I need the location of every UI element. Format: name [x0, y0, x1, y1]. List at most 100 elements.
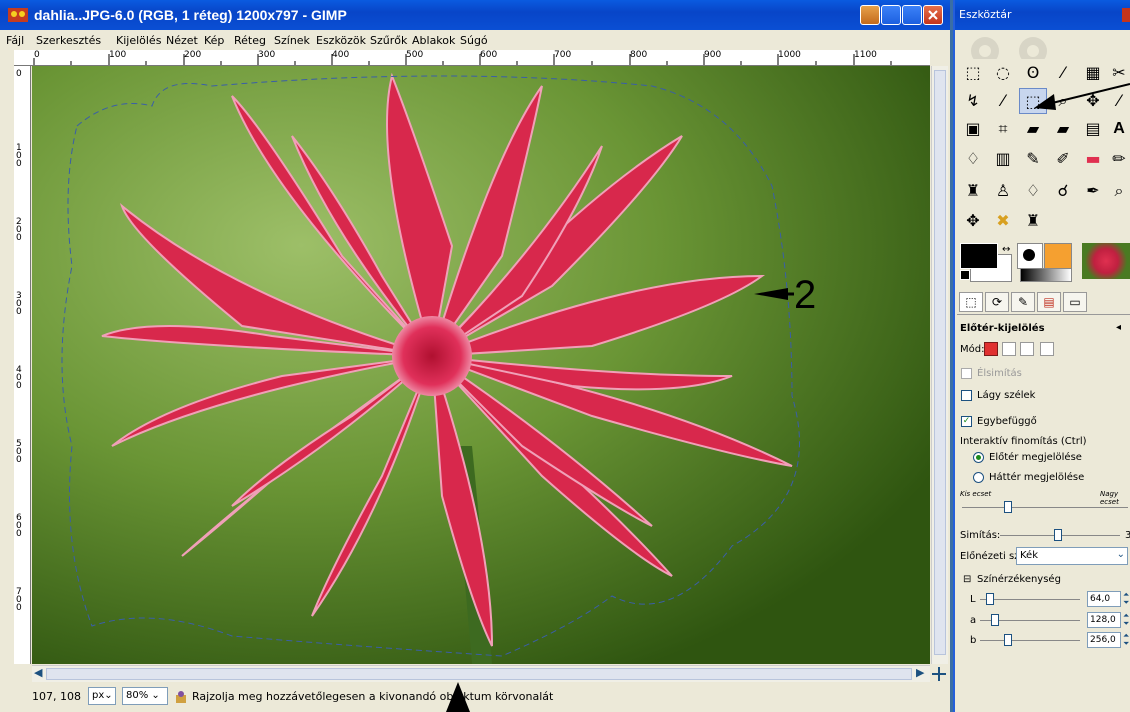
active-image-thumbnail[interactable]	[1082, 243, 1130, 279]
vertical-scrollbar[interactable]	[931, 66, 948, 664]
mode-add-button[interactable]	[1002, 342, 1016, 356]
hscroll-thumb[interactable]	[46, 668, 912, 680]
zoom-select[interactable]: 80% ⌄	[122, 687, 168, 705]
a-spin-arrows-icon[interactable]: ⏶ ⏷	[1123, 612, 1129, 628]
brush-indicator[interactable]	[1017, 243, 1043, 269]
menu-file[interactable]: Fájl	[6, 34, 24, 47]
menu-select[interactable]: Kijelölés	[116, 34, 161, 47]
mark-background-radio[interactable]	[973, 472, 984, 483]
pencil-tool-icon[interactable]: ✎	[1019, 146, 1047, 172]
crop-tool-icon[interactable]: ⌗	[989, 116, 1017, 142]
menu-help[interactable]: Súgó	[460, 34, 488, 47]
mark-foreground-radio[interactable]	[973, 452, 984, 463]
a-slider[interactable]	[991, 614, 999, 626]
paths-tool-icon[interactable]: ↯	[959, 88, 987, 114]
b-spinbox[interactable]: 256,0	[1087, 632, 1121, 648]
antialias-checkbox[interactable]	[961, 368, 972, 379]
close-button[interactable]	[923, 5, 943, 25]
a-spinbox[interactable]: 128,0	[1087, 612, 1121, 628]
mode-label: Mód:	[960, 344, 985, 355]
blur-tool-icon[interactable]: ♢	[1019, 178, 1047, 204]
airbrush-tool-icon[interactable]: ✏	[1105, 146, 1130, 172]
eraser-tool-icon[interactable]: ▬	[1079, 146, 1107, 172]
pattern-indicator[interactable]	[1044, 243, 1072, 269]
minimize-button[interactable]	[881, 5, 901, 25]
feather-checkbox[interactable]	[961, 390, 972, 401]
menu-tools[interactable]: Eszközök	[316, 34, 366, 47]
vertical-ruler[interactable]: 0 100 200 300 400 500 600 700	[14, 66, 31, 664]
keep-above-button[interactable]	[860, 5, 880, 25]
dahlia-photo: 2	[32, 66, 930, 664]
collapse-icon[interactable]: ⊟	[963, 574, 971, 585]
scroll-right-arrow-icon[interactable]: ▶	[916, 666, 924, 679]
title-bar[interactable]: dahlia..JPG-6.0 (RGB, 1 réteg) 1200x797 …	[0, 0, 950, 30]
window-title: dahlia..JPG-6.0 (RGB, 1 réteg) 1200x797 …	[34, 7, 347, 23]
ink-tool-icon[interactable]: ♜	[959, 178, 987, 204]
unit-select[interactable]: px⌄	[88, 687, 116, 705]
swap-colors-icon[interactable]: ↔	[1002, 244, 1010, 255]
tab-layers[interactable]: ▤	[1037, 292, 1061, 312]
maximize-button[interactable]	[902, 5, 922, 25]
mode-replace-button[interactable]	[984, 342, 998, 356]
foreground-color-swatch[interactable]	[960, 243, 998, 269]
menu-windows[interactable]: Ablakok	[412, 34, 455, 47]
ellipse-select-tool-icon[interactable]: ◌	[989, 60, 1017, 86]
transform-tool-icon[interactable]: ✥	[959, 208, 987, 234]
default-colors-icon[interactable]	[960, 270, 970, 280]
align-tool-icon[interactable]: ▣	[959, 116, 987, 142]
ruler-tick: 700	[16, 587, 22, 613]
navigate-icon[interactable]	[932, 667, 946, 681]
mode-subtract-button[interactable]	[1020, 342, 1034, 356]
scale-tool-icon[interactable]: ▰	[1049, 116, 1077, 142]
clone-tool-icon[interactable]: ♙	[989, 178, 1017, 204]
heal-tool-icon[interactable]: ✖	[989, 208, 1017, 234]
L-spin-arrows-icon[interactable]: ⏶ ⏷	[1123, 591, 1129, 607]
mode-intersect-button[interactable]	[1040, 342, 1054, 356]
magnify-tool-icon[interactable]: ⌕	[1105, 178, 1130, 204]
menu-colors[interactable]: Színek	[274, 34, 310, 47]
tab-images[interactable]: ▭	[1063, 292, 1087, 312]
perspective-clone-tool-icon[interactable]: ♜	[1019, 208, 1047, 234]
L-spinbox[interactable]: 64,0	[1087, 591, 1121, 607]
horizontal-scrollbar[interactable]: ◀ ▶	[32, 665, 930, 682]
scroll-left-arrow-icon[interactable]: ◀	[34, 666, 42, 679]
contiguous-checkbox[interactable]: ✓	[961, 416, 972, 427]
tab-tool-options[interactable]: ⬚	[959, 292, 983, 312]
tab-device-status[interactable]: ⟳	[985, 292, 1009, 312]
brush-size-slider[interactable]	[1004, 501, 1012, 513]
rect-select-tool-icon[interactable]: ⬚	[959, 60, 987, 86]
menu-filters[interactable]: Szűrők	[370, 34, 407, 47]
horizontal-ruler[interactable]: 0 100 200 300 400 500 600 700 800 900 10…	[14, 50, 930, 66]
b-slider[interactable]	[1004, 634, 1012, 646]
preview-color-select[interactable]: Kék ⌄	[1016, 547, 1128, 565]
bucket-fill-tool-icon[interactable]: ♢	[959, 146, 987, 172]
dodge-burn-tool-icon[interactable]: ✒	[1079, 178, 1107, 204]
panel-menu-icon[interactable]: ◂	[1116, 322, 1121, 333]
smoothing-slider[interactable]	[1054, 529, 1062, 541]
gradient-indicator[interactable]	[1020, 268, 1072, 282]
menu-layer[interactable]: Réteg	[234, 34, 266, 47]
shear-tool-icon[interactable]: ▤	[1079, 116, 1107, 142]
annotation-arrow-bottom	[446, 682, 470, 712]
menu-edit[interactable]: Szerkesztés	[36, 34, 101, 47]
text-tool-icon[interactable]: A	[1105, 116, 1130, 142]
gimp-app-icon	[8, 8, 28, 22]
toolbox-title-bar[interactable]: Eszköztár	[955, 0, 1130, 30]
image-canvas[interactable]: 2	[32, 66, 930, 664]
toolbox-close-button[interactable]	[1122, 8, 1130, 22]
smudge-tool-icon[interactable]: ☌	[1049, 178, 1077, 204]
L-slider[interactable]	[986, 593, 994, 605]
b-spin-arrows-icon[interactable]: ⏶ ⏷	[1123, 632, 1129, 648]
color-picker-tool-icon[interactable]: ⁄	[989, 88, 1017, 114]
L-label: L	[970, 594, 976, 605]
paintbrush-tool-icon[interactable]: ✐	[1049, 146, 1077, 172]
rotate-tool-icon[interactable]: ▰	[1019, 116, 1047, 142]
vscroll-thumb[interactable]	[934, 70, 946, 655]
wilber-drop-area[interactable]	[955, 31, 1130, 59]
blend-tool-icon[interactable]: ▥	[989, 146, 1017, 172]
tab-undo-history[interactable]: ✎	[1011, 292, 1035, 312]
ruler-ticks-h	[33, 54, 892, 65]
menu-image[interactable]: Kép	[204, 34, 224, 47]
ruler-tick: 500	[16, 439, 22, 465]
menu-view[interactable]: Nézet	[166, 34, 198, 47]
